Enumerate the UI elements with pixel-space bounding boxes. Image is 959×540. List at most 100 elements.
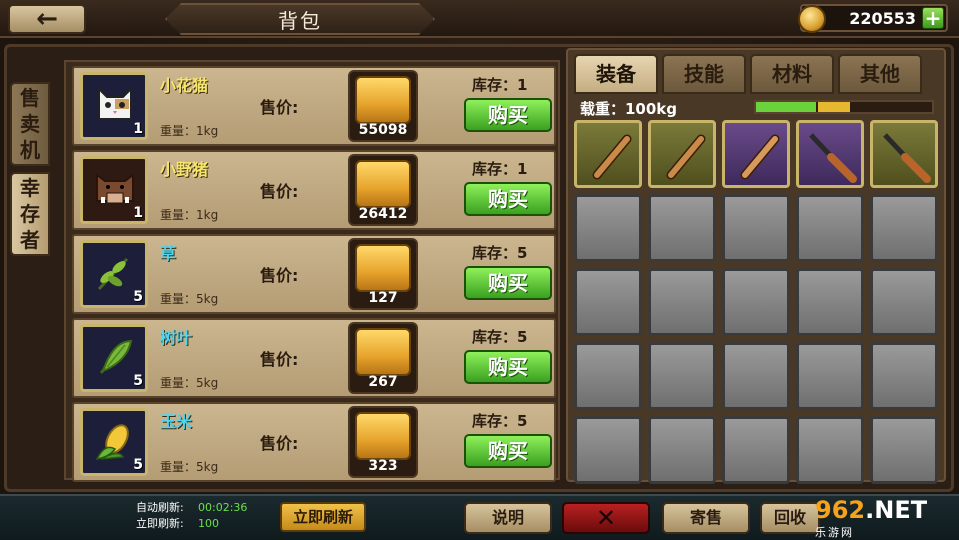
inventory-slot-empty[interactable] bbox=[574, 342, 642, 410]
side-tab-survivor[interactable]: 幸 存 者 bbox=[10, 172, 50, 256]
item-price: 323 bbox=[368, 458, 398, 474]
gold-bar-icon bbox=[355, 412, 411, 460]
item-count: 5 bbox=[133, 373, 143, 389]
info-button[interactable]: 说明 bbox=[464, 502, 552, 534]
inventory-slot-empty[interactable] bbox=[574, 268, 642, 336]
item-weight: 重量：1kg bbox=[160, 208, 219, 222]
item-stock: 库存：5 bbox=[472, 328, 528, 346]
gold-bar-icon bbox=[355, 244, 411, 292]
item-price: 55098 bbox=[358, 122, 408, 138]
price-label: 售价: bbox=[260, 182, 299, 201]
inventory-slot-empty[interactable] bbox=[870, 416, 938, 484]
page-title: 背包 bbox=[278, 8, 322, 33]
buy-button[interactable]: 购买 bbox=[464, 350, 552, 384]
inventory-slot-empty[interactable] bbox=[574, 194, 642, 262]
auto-refresh-timer: 00:02:36 bbox=[198, 501, 248, 514]
recycle-button[interactable]: 回收 bbox=[760, 502, 820, 534]
gold-bar-icon bbox=[355, 328, 411, 376]
load-label: 载重：100kg bbox=[580, 100, 678, 118]
item-price: 127 bbox=[368, 290, 398, 306]
bat-icon bbox=[592, 134, 632, 180]
inventory-slot-empty[interactable] bbox=[796, 268, 864, 336]
consign-button[interactable]: 寄售 bbox=[662, 502, 750, 534]
tab-materials[interactable]: 材料 bbox=[750, 54, 834, 94]
inventory-slot-empty[interactable] bbox=[870, 194, 938, 262]
tab-other[interactable]: 其他 bbox=[838, 54, 922, 94]
item-weight: 重量：5kg bbox=[160, 376, 219, 390]
item-count: 1 bbox=[133, 121, 143, 137]
buy-button[interactable]: 购买 bbox=[464, 182, 552, 216]
price-label: 售价: bbox=[260, 98, 299, 117]
side-tab-char: 者 bbox=[20, 228, 40, 252]
close-icon: ✕ bbox=[595, 504, 617, 532]
price-box: 323 bbox=[348, 406, 418, 478]
side-tab-char: 存 bbox=[20, 202, 40, 226]
load-bar-green bbox=[756, 102, 816, 112]
inventory-slot[interactable] bbox=[648, 120, 716, 188]
cat-icon bbox=[98, 86, 132, 120]
item-name: 小野猪 bbox=[160, 160, 209, 179]
inventory-slot-empty[interactable] bbox=[796, 194, 864, 262]
price-label: 售价: bbox=[260, 266, 299, 285]
bottom-bar: 自动刷新: 立即刷新: 00:02:36 100 立即刷新 说明 ✕ 寄售 回收… bbox=[0, 494, 959, 540]
item-stock: 库存：1 bbox=[472, 160, 528, 178]
buy-button[interactable]: 购买 bbox=[464, 266, 552, 300]
inventory-slot-empty[interactable] bbox=[722, 194, 790, 262]
item-slot[interactable]: 5 bbox=[80, 240, 148, 308]
gold-bar-icon bbox=[355, 160, 411, 208]
watermark-num: 962 bbox=[815, 496, 866, 524]
side-tab-char: 卖 bbox=[20, 112, 40, 136]
buy-button[interactable]: 购买 bbox=[464, 98, 552, 132]
item-stock: 库存：5 bbox=[472, 412, 528, 430]
inventory-slot-empty[interactable] bbox=[796, 342, 864, 410]
inventory-slot-empty[interactable] bbox=[648, 342, 716, 410]
refresh-now-button[interactable]: 立即刷新 bbox=[280, 502, 366, 532]
inventory-slot-empty[interactable] bbox=[648, 268, 716, 336]
instant-refresh-label: 立即刷新: bbox=[136, 517, 184, 530]
refresh-values: 00:02:36 100 bbox=[198, 500, 247, 532]
item-name: 玉米 bbox=[160, 412, 193, 431]
inventory-slot-empty[interactable] bbox=[870, 342, 938, 410]
inventory-slot-empty[interactable] bbox=[722, 342, 790, 410]
item-count: 5 bbox=[133, 289, 143, 305]
add-coins-button[interactable]: + bbox=[922, 7, 944, 29]
coin-balance: 220553 + bbox=[798, 4, 948, 33]
side-tab-char: 幸 bbox=[20, 176, 40, 200]
item-stock: 库存：5 bbox=[472, 244, 528, 262]
inventory-slot-empty[interactable] bbox=[574, 416, 642, 484]
watermark-logo: 962.NET bbox=[815, 496, 955, 524]
inventory-slot-empty[interactable] bbox=[722, 268, 790, 336]
inventory-slot[interactable] bbox=[722, 120, 790, 188]
inventory-slot-empty[interactable] bbox=[648, 416, 716, 484]
inventory-slot-empty[interactable] bbox=[870, 268, 938, 336]
close-button[interactable]: ✕ bbox=[562, 502, 650, 534]
price-box: 127 bbox=[348, 238, 418, 310]
tab-equipment[interactable]: 装备 bbox=[574, 54, 658, 94]
inventory-slot-empty[interactable] bbox=[796, 416, 864, 484]
inventory-slot-empty[interactable] bbox=[648, 194, 716, 262]
item-slot[interactable]: 1 bbox=[80, 72, 148, 140]
side-tab-char: 售 bbox=[20, 86, 40, 110]
side-tab-vending[interactable]: 售 卖 机 bbox=[10, 82, 50, 166]
shop-row: 5 树叶 重量：5kg 售价: 267 库存：5 购买 bbox=[72, 318, 556, 398]
coin-value: 220553 bbox=[849, 9, 916, 28]
item-count: 1 bbox=[133, 205, 143, 221]
price-box: 55098 bbox=[348, 70, 418, 142]
auto-refresh-label: 自动刷新: bbox=[136, 501, 184, 514]
tab-skills[interactable]: 技能 bbox=[662, 54, 746, 94]
inventory-slot[interactable] bbox=[870, 120, 938, 188]
item-name: 草 bbox=[160, 244, 177, 263]
back-button[interactable]: ← bbox=[8, 4, 86, 34]
price-box: 26412 bbox=[348, 154, 418, 226]
buy-button[interactable]: 购买 bbox=[464, 434, 552, 468]
item-name: 树叶 bbox=[160, 328, 193, 347]
item-weight: 重量：5kg bbox=[160, 292, 219, 306]
inventory-slot[interactable] bbox=[796, 120, 864, 188]
item-slot[interactable]: 5 bbox=[80, 324, 148, 392]
item-slot[interactable]: 1 bbox=[80, 156, 148, 224]
coin-icon bbox=[798, 5, 826, 33]
side-tab-char: 机 bbox=[20, 138, 40, 162]
item-slot[interactable]: 5 bbox=[80, 408, 148, 476]
inventory-slot-empty[interactable] bbox=[722, 416, 790, 484]
inventory-slot[interactable] bbox=[574, 120, 642, 188]
